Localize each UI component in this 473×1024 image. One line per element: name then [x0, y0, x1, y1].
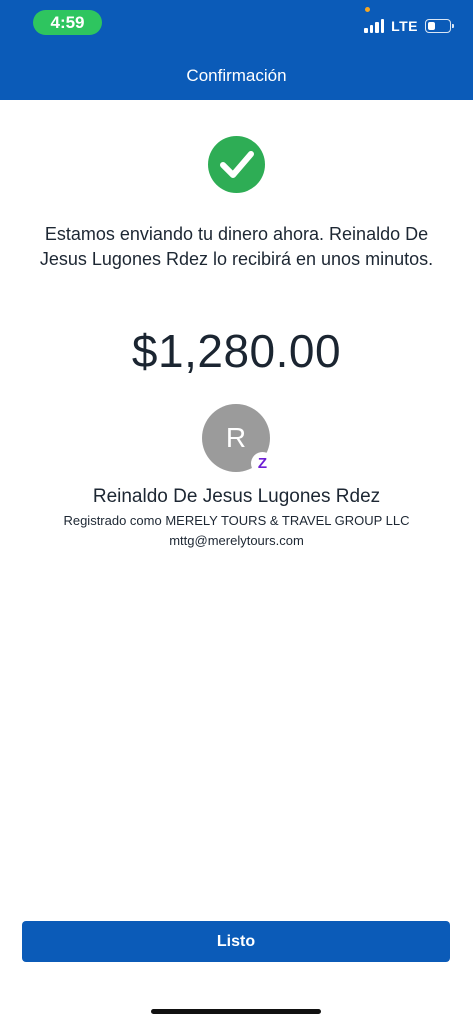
signal-icon — [364, 19, 385, 33]
amount-value: $1,280.00 — [131, 325, 342, 377]
zelle-icon: Z — [251, 452, 274, 475]
page-title: Confirmación — [186, 66, 287, 85]
privacy-indicator-dot — [365, 7, 370, 12]
home-indicator[interactable] — [151, 1009, 321, 1014]
status-indicators: LTE — [364, 17, 454, 35]
status-time: 4:59 — [33, 10, 102, 35]
network-type: LTE — [391, 18, 418, 34]
recipient-name: Reinaldo De Jesus Lugones Rdez — [92, 486, 381, 507]
header-bar: 4:59 LTE Confirmación — [0, 0, 473, 100]
battery-icon — [425, 19, 454, 33]
recipient-registered-as: Registrado como MERELY TOURS & TRAVEL GR… — [63, 513, 410, 528]
battery-level — [427, 21, 435, 30]
confirmation-message: Estamos enviando tu dinero ahora. Reinal… — [39, 224, 434, 269]
checkmark-icon — [208, 136, 265, 193]
recipient-email: mttg@merelytours.com — [169, 533, 304, 548]
done-button[interactable]: Listo — [22, 921, 450, 962]
